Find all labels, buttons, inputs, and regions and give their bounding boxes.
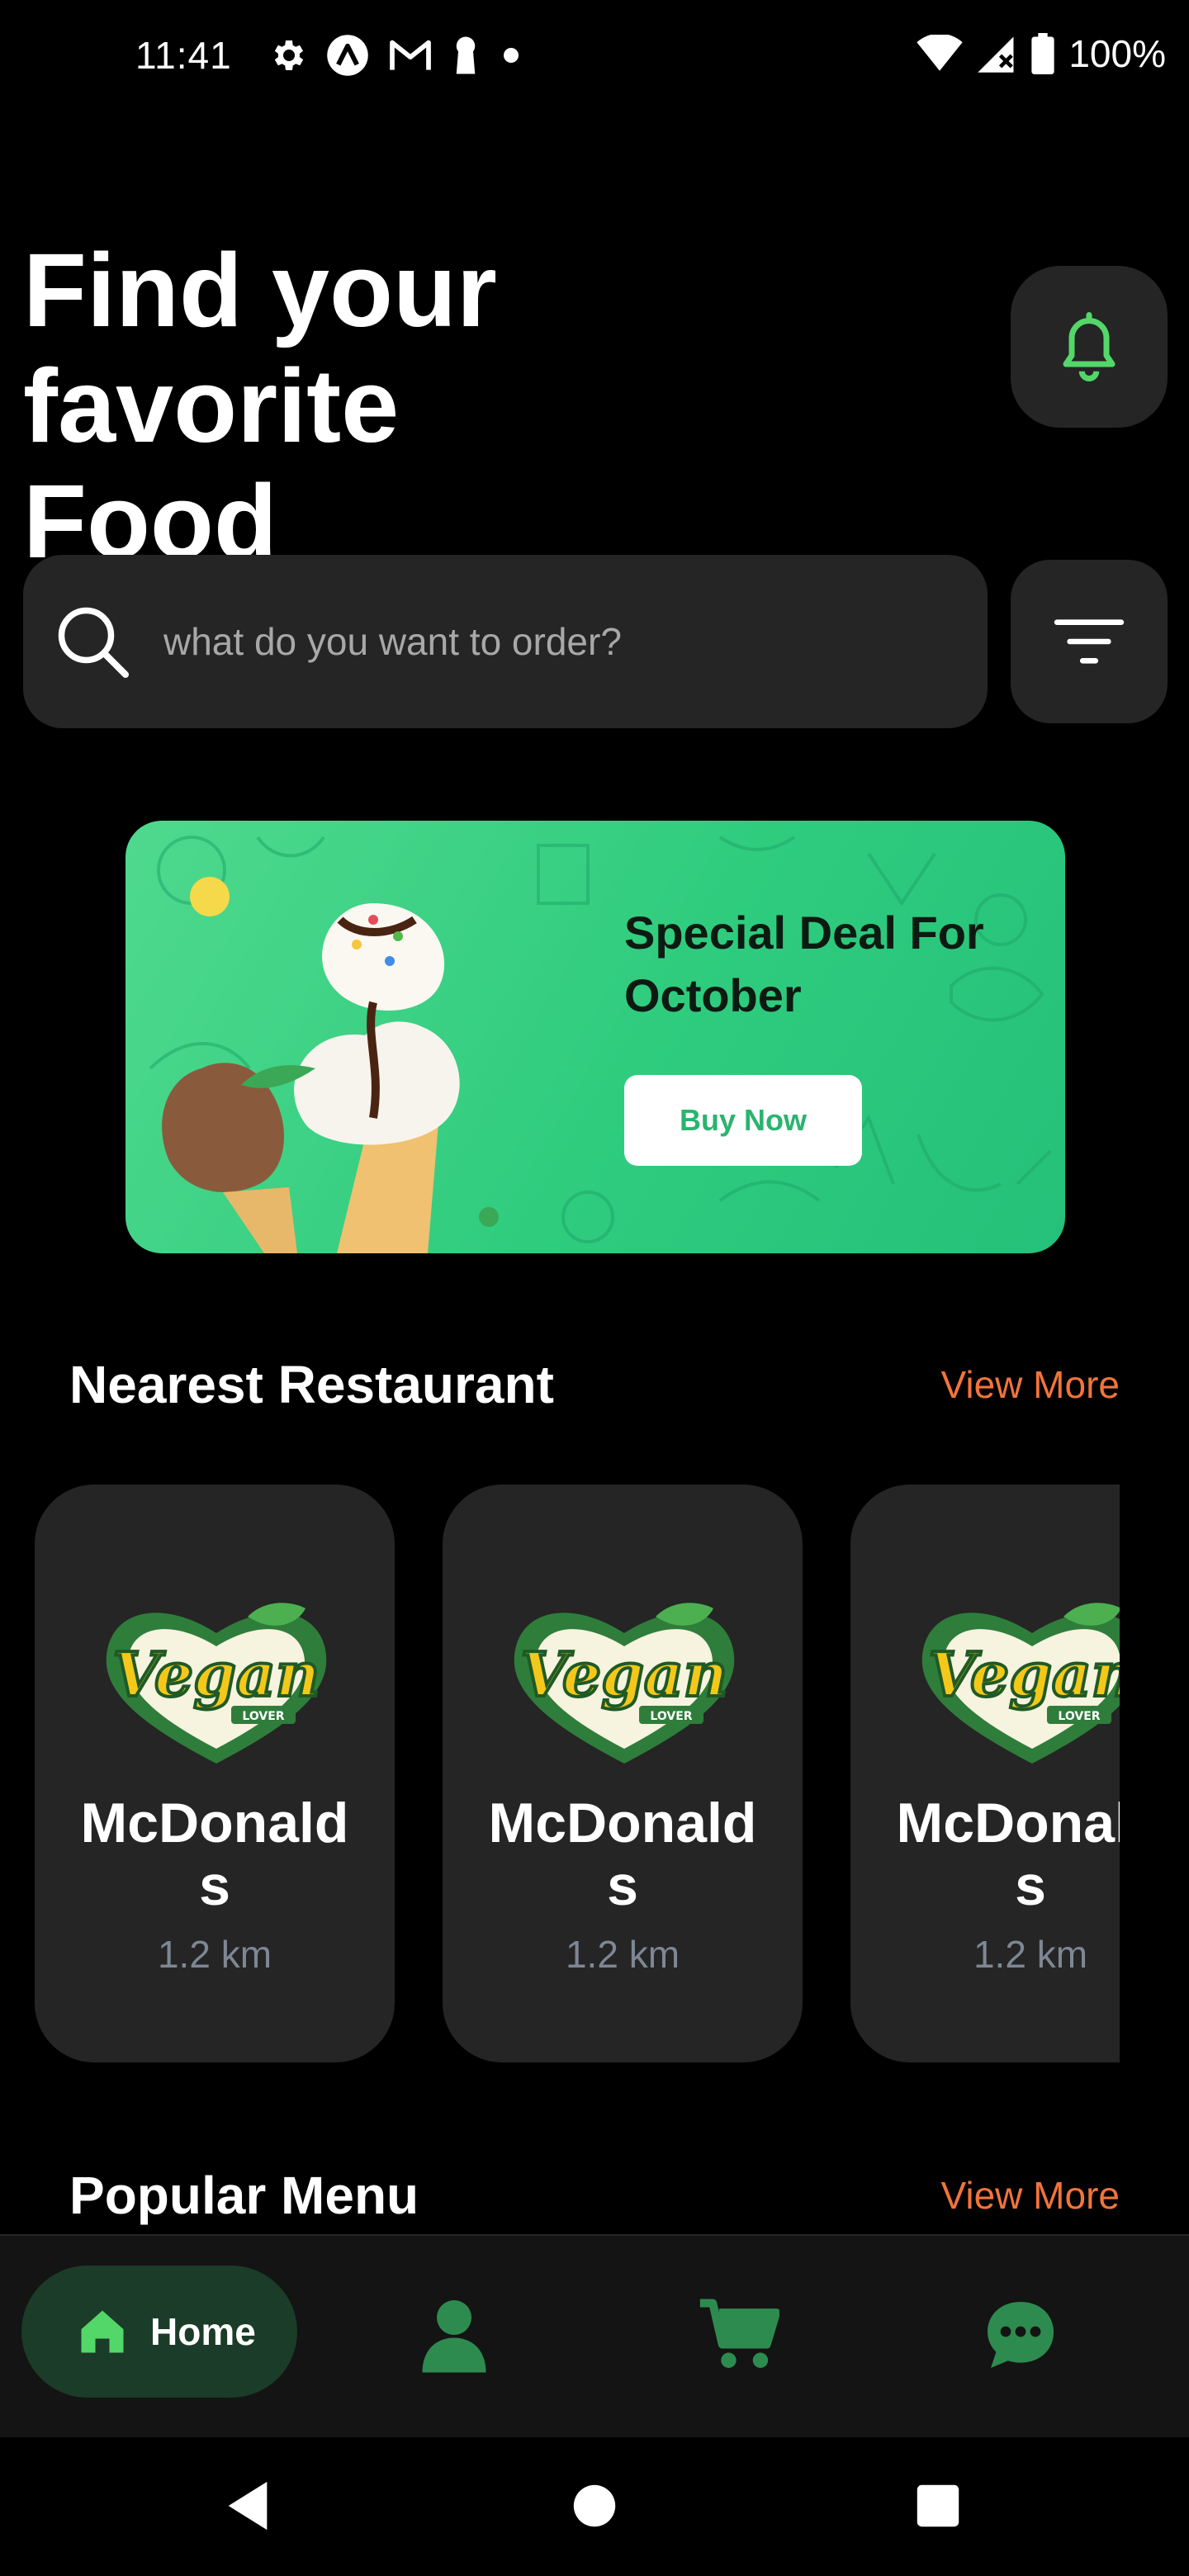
- status-system-icons: 100%: [917, 31, 1166, 76]
- home-icon: [81, 2310, 124, 2353]
- filter-icon: [1054, 619, 1125, 664]
- nearest-view-more-link[interactable]: View More: [941, 1362, 1120, 1407]
- cart-icon: [699, 2299, 779, 2368]
- battery-icon: [1031, 33, 1054, 74]
- nav-home-label: Home: [150, 2310, 256, 2353]
- restaurant-card[interactable]: Vegan LOVER McDonalds 1.2 km: [443, 1485, 803, 2062]
- status-notification-icons: [268, 33, 523, 78]
- wifi-icon: [917, 35, 963, 71]
- food-pattern-background: [149, 836, 1052, 1253]
- restaurant-carousel[interactable]: Vegan LOVER McDonalds 1.2 km Vegan LOVER…: [35, 1485, 1120, 2062]
- filter-button[interactable]: [1011, 560, 1168, 723]
- nav-cart-tab[interactable]: [697, 2294, 779, 2376]
- promo-title-line1: Special Deal For: [624, 907, 984, 959]
- notification-button[interactable]: [1011, 266, 1168, 428]
- restaurant-name: McDonalds: [80, 1792, 349, 1917]
- promo-title: Special Deal For October: [624, 902, 1037, 1027]
- signal-icon: [978, 36, 1014, 73]
- back-icon[interactable]: [223, 2477, 272, 2535]
- popular-menu-title: Popular Menu: [69, 2166, 419, 2225]
- vegan-lover-logo: Vegan LOVER: [514, 1603, 735, 1764]
- svg-text:Vegan: Vegan: [520, 1640, 727, 1711]
- search-bar[interactable]: [23, 555, 988, 728]
- app-a-icon: [327, 35, 368, 76]
- bell-icon: [1063, 312, 1116, 381]
- search-icon: [58, 607, 129, 678]
- nearest-restaurant-header: Nearest Restaurant View More: [69, 1354, 1120, 1415]
- nearest-restaurant-title: Nearest Restaurant: [69, 1355, 554, 1414]
- recents-icon[interactable]: [915, 2477, 961, 2535]
- nav-chat-tab[interactable]: [979, 2294, 1062, 2376]
- gmail-icon: [390, 40, 431, 70]
- svg-text:LOVER: LOVER: [650, 1710, 692, 1723]
- vegan-lover-logo: Vegan LOVER: [921, 1603, 1120, 1764]
- svg-text:LOVER: LOVER: [1058, 1710, 1100, 1723]
- restaurant-distance: 1.2 km: [157, 1933, 272, 1976]
- restaurant-distance: 1.2 km: [565, 1933, 680, 1976]
- restaurant-name: McDonalds: [488, 1792, 757, 1917]
- home-button-icon[interactable]: [571, 2477, 618, 2535]
- battery-percent: 100%: [1068, 32, 1166, 75]
- vegan-lover-logo: Vegan LOVER: [106, 1603, 327, 1764]
- svg-text:LOVER: LOVER: [242, 1710, 284, 1723]
- svg-text:Vegan: Vegan: [112, 1640, 320, 1711]
- bottom-navigation: Home: [0, 2234, 1189, 2437]
- nav-home-tab[interactable]: Home: [21, 2266, 297, 2398]
- page-title-line1: Find your favorite: [23, 232, 497, 464]
- status-bar: 11:41 100%: [0, 0, 1189, 116]
- page-title: Find your favorite Food: [23, 233, 898, 580]
- nav-profile-tab[interactable]: [413, 2294, 495, 2376]
- system-navigation-bar: [0, 2437, 1189, 2576]
- buy-now-button[interactable]: Buy Now: [624, 1075, 862, 1166]
- promo-title-line2: October: [624, 969, 802, 1021]
- restaurant-distance: 1.2 km: [973, 1933, 1088, 1976]
- svg-text:Vegan: Vegan: [928, 1640, 1120, 1711]
- restaurant-name: McDonalds: [896, 1792, 1120, 1917]
- popular-view-more-link[interactable]: View More: [941, 2173, 1120, 2218]
- chat-icon: [988, 2302, 1054, 2368]
- restaurant-card[interactable]: Vegan LOVER McDonalds 1.2 km: [35, 1485, 395, 2062]
- promo-banner[interactable]: Special Deal For October Buy Now: [126, 821, 1065, 1253]
- search-input[interactable]: [163, 619, 907, 664]
- keyhole-icon: [456, 36, 476, 74]
- popular-menu-header: Popular Menu View More: [69, 2165, 1120, 2226]
- settings-icon: [274, 40, 304, 70]
- restaurant-card[interactable]: Vegan LOVER McDonalds 1.2 km: [850, 1485, 1120, 2062]
- dot-icon: [504, 48, 519, 63]
- status-time: 11:41: [135, 34, 232, 77]
- profile-icon: [422, 2300, 486, 2373]
- app-screen: 11:41 100% Find your favorite Food what …: [0, 0, 1189, 2576]
